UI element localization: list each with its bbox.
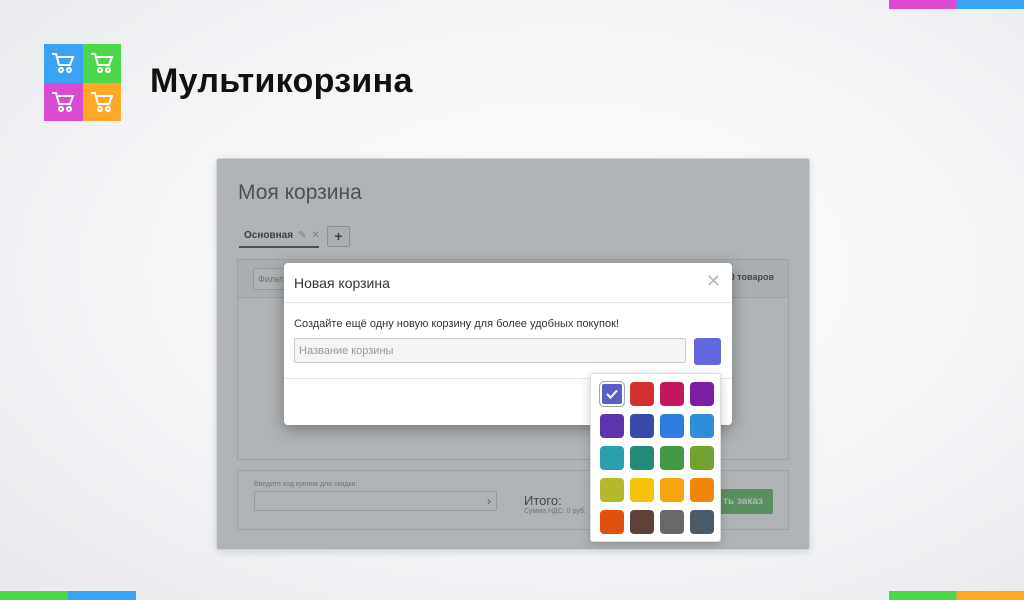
color-swatch[interactable] [690,382,714,406]
brand-logo [44,44,121,121]
close-icon[interactable]: ✕ [706,271,721,292]
cart-icon [90,91,114,112]
color-swatch[interactable] [660,414,684,438]
color-swatch[interactable] [660,478,684,502]
cart-name-input[interactable]: Название корзины [294,338,686,363]
modal-header: Новая корзина ✕ [284,263,732,303]
color-swatch[interactable] [630,510,654,534]
color-swatch[interactable] [630,478,654,502]
cart-icon [52,91,75,112]
logo-quadrant-2 [82,44,121,83]
logo-quadrant-4 [82,82,121,121]
modal-description: Создайте ещё одну новую корзину для боле… [294,318,619,330]
color-swatch[interactable] [660,382,684,406]
color-swatch[interactable] [600,478,624,502]
color-picker-button[interactable] [694,338,721,365]
color-swatch[interactable] [690,510,714,534]
logo-quadrant-3 [44,82,83,121]
color-swatch[interactable] [630,382,654,406]
modal-title: Новая корзина [294,275,390,291]
color-swatch[interactable] [690,478,714,502]
cart-icon [52,53,75,74]
accent-bar-top-right [889,0,1024,9]
color-picker-dropdown [590,373,721,542]
checkmark-icon [600,382,624,406]
color-swatch[interactable] [600,414,624,438]
color-swatch[interactable] [600,510,624,534]
color-swatch[interactable] [660,510,684,534]
logo-quadrant-1 [44,44,83,83]
accent-bar-bottom-left [0,591,136,600]
color-swatch[interactable] [600,382,624,406]
color-swatch[interactable] [660,446,684,470]
cart-icon [90,53,114,74]
color-swatch[interactable] [630,446,654,470]
color-swatch[interactable] [690,414,714,438]
color-swatch[interactable] [690,446,714,470]
color-swatch[interactable] [600,446,624,470]
brand-title: Мультикорзина [150,62,413,100]
color-swatch[interactable] [630,414,654,438]
accent-bar-bottom-right [889,591,1024,600]
